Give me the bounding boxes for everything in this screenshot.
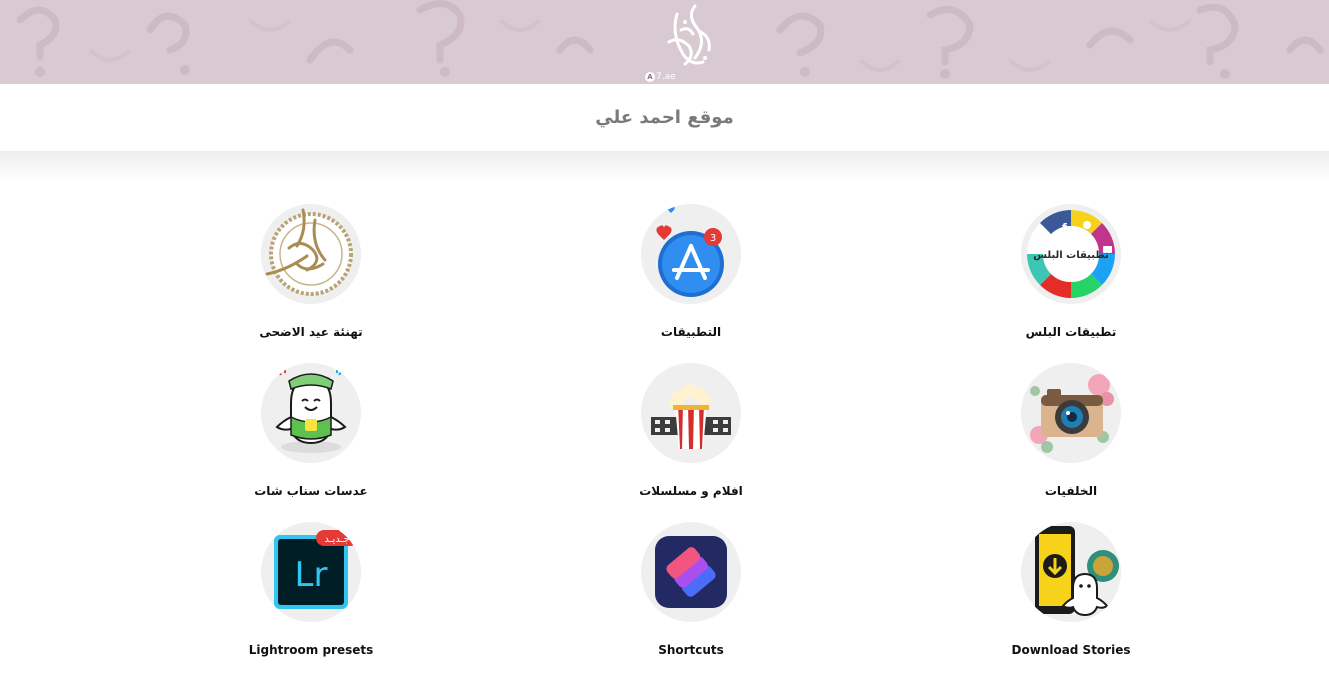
logo-caption-text: 7.ae bbox=[656, 72, 676, 82]
tile-label: Shortcuts bbox=[658, 643, 724, 657]
tile-download-stories[interactable]: Download Stories bbox=[951, 522, 1191, 672]
tile-label: تهنئة عيد الاضحى bbox=[259, 325, 363, 339]
plus-apps-icon: f تطبيقات البلس bbox=[1021, 204, 1121, 304]
app-badge-count: 3 bbox=[710, 233, 716, 244]
tile-label: الخلفيات bbox=[1044, 484, 1098, 498]
header-banner: A 7.ae bbox=[0, 0, 1329, 84]
lightroom-icon: Lr جـديـد bbox=[261, 522, 361, 622]
tile-label: افلام و مسلسلات bbox=[639, 484, 743, 498]
tile-lightroom-presets[interactable]: Lr جـديـد Lightroom presets bbox=[191, 522, 431, 672]
logo-calligraphy[interactable] bbox=[655, 2, 721, 74]
new-badge: جـديـد bbox=[324, 534, 349, 545]
tile-label: Download Stories bbox=[1011, 643, 1131, 657]
tile-eid-greeting[interactable]: تهنئة عيد الاضحى bbox=[191, 204, 431, 354]
title-shadow bbox=[0, 151, 1329, 181]
tile-plus-apps[interactable]: f تطبيقات البلس تطبيقات البلس bbox=[951, 204, 1191, 354]
snapchat-ghost-icon bbox=[261, 363, 361, 463]
plus-apps-icon-text: تطبيقات البلس bbox=[1033, 250, 1109, 261]
app-store-icon: 3 bbox=[641, 204, 741, 304]
tile-wallpapers[interactable]: الخلفيات bbox=[951, 363, 1191, 513]
shortcuts-icon bbox=[641, 522, 741, 622]
logo-caption-badge: A bbox=[645, 72, 655, 82]
tile-shortcuts[interactable]: Shortcuts bbox=[571, 522, 811, 672]
tile-label: التطبيقات bbox=[660, 325, 722, 339]
lightroom-icon-text: Lr bbox=[295, 555, 328, 595]
logo-caption: A 7.ae bbox=[645, 71, 676, 83]
tile-snapchat-lenses[interactable]: عدسات سناب شات bbox=[191, 363, 431, 513]
camera-flowers-icon bbox=[1021, 363, 1121, 463]
tile-apps[interactable]: 3 التطبيقات bbox=[571, 204, 811, 354]
tile-movies[interactable]: افلام و مسلسلات bbox=[571, 363, 811, 513]
eid-calligraphy-icon bbox=[261, 204, 361, 304]
popcorn-film-icon bbox=[641, 363, 741, 463]
download-stories-icon bbox=[1021, 522, 1121, 622]
tile-label: تطبيقات البلس bbox=[1025, 325, 1117, 339]
title-bar: موقع احمد علي bbox=[0, 84, 1329, 151]
tile-label: Lightroom presets bbox=[248, 643, 374, 657]
tile-label: عدسات سناب شات bbox=[254, 484, 368, 498]
site-title[interactable]: موقع احمد علي bbox=[0, 84, 1329, 128]
svg-text:f: f bbox=[1062, 221, 1067, 234]
